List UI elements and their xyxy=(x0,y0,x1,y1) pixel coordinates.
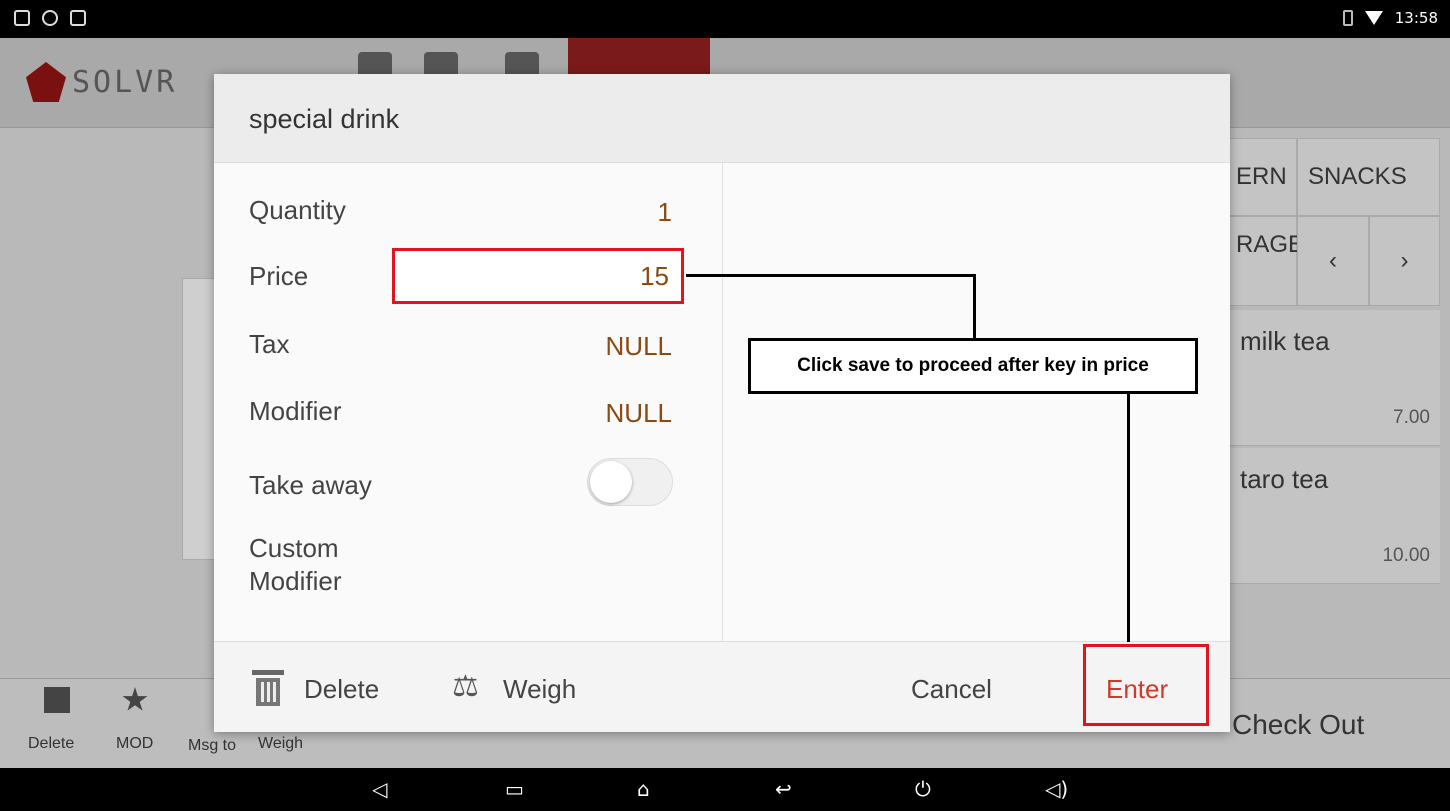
power-icon[interactable]: ⏻ xyxy=(915,777,931,801)
item-price: 7.00 xyxy=(1393,407,1430,428)
menu-item[interactable]: milk tea 7.00 xyxy=(1230,310,1440,446)
logo-text: SOLVR xyxy=(72,64,178,100)
quantity-label: Quantity xyxy=(249,195,346,225)
custom-modifier-label-line2[interactable]: Modifier xyxy=(249,565,341,598)
recent-apps-icon[interactable]: ▭ xyxy=(505,777,524,801)
category-tab-snacks[interactable]: SNACKS xyxy=(1297,138,1440,216)
dialog-divider xyxy=(722,163,723,641)
logo-mark-icon xyxy=(26,62,66,102)
checkout-button[interactable]: Check Out xyxy=(1232,709,1364,741)
status-time: 13:58 xyxy=(1394,9,1438,27)
status-left-icons xyxy=(14,10,86,26)
dialog-header: special drink xyxy=(214,74,1230,163)
category-tab[interactable]: ERN xyxy=(1225,138,1297,216)
delete-button[interactable]: Delete xyxy=(304,674,379,705)
wifi-icon xyxy=(1364,11,1383,25)
status-bar: 13:58 xyxy=(0,0,1450,38)
modifier-label: Modifier xyxy=(249,396,342,426)
annotation-line xyxy=(686,274,976,277)
home-icon[interactable]: ⌂ xyxy=(637,777,650,801)
annotation-line xyxy=(1127,394,1130,642)
bottom-delete-button[interactable]: Delete xyxy=(28,735,74,753)
chevron-left-icon[interactable]: ‹ xyxy=(1297,216,1369,306)
system-nav-bar: ◁ ▭ ⌂ ↩ ⏻ ◁) xyxy=(0,768,1450,811)
tax-label: Tax xyxy=(249,329,290,359)
modifier-value[interactable]: NULL xyxy=(606,398,672,429)
price-label: Price xyxy=(249,261,309,291)
enter-button[interactable]: Enter xyxy=(1106,674,1168,705)
sd-card-icon xyxy=(14,10,30,26)
weigh-button[interactable]: Weigh xyxy=(503,674,576,705)
back-icon[interactable]: ↩ xyxy=(775,777,792,801)
dialog-title: special drink xyxy=(249,104,400,134)
status-right: 13:58 xyxy=(1342,9,1438,27)
price-input[interactable]: 15 xyxy=(392,248,684,304)
tax-value[interactable]: NULL xyxy=(606,331,672,362)
item-price: 10.00 xyxy=(1382,545,1430,566)
volume-up-icon[interactable]: ◁) xyxy=(1045,777,1068,801)
bottom-weigh-button[interactable]: Weigh xyxy=(258,735,303,753)
bottom-msg-button[interactable]: Msg to xyxy=(188,737,236,755)
battery-icon xyxy=(1342,10,1353,26)
menu-item[interactable]: taro tea 10.00 xyxy=(1230,448,1440,584)
trash-icon[interactable] xyxy=(252,668,284,706)
trash-icon[interactable] xyxy=(44,687,70,713)
scale-icon[interactable]: ⚖ xyxy=(452,670,492,704)
quantity-value[interactable]: 1 xyxy=(658,197,672,228)
cancel-button[interactable]: Cancel xyxy=(911,674,992,705)
item-edit-dialog: special drink Quantity 1 Price 15 Tax NU… xyxy=(214,74,1230,732)
item-name: taro tea xyxy=(1240,464,1329,494)
category-tab[interactable]: RAGE xyxy=(1225,216,1304,306)
annotation-line xyxy=(973,274,976,338)
bottom-mod-button[interactable]: MOD xyxy=(116,735,153,753)
chevron-right-icon[interactable]: › xyxy=(1369,216,1440,306)
eye-icon xyxy=(42,10,58,26)
solvr-logo: SOLVR xyxy=(26,62,177,102)
dialog-footer: Delete ⚖ Weigh Cancel Enter xyxy=(214,641,1230,732)
star-icon[interactable] xyxy=(122,687,148,711)
item-name: milk tea xyxy=(1240,326,1330,356)
take-away-label: Take away xyxy=(249,470,372,500)
annotation-callout: Click save to proceed after key in price xyxy=(748,338,1198,394)
volume-down-icon[interactable]: ◁ xyxy=(372,777,387,801)
toggle-knob xyxy=(590,461,632,503)
custom-modifier-label-line1[interactable]: Custom xyxy=(249,532,339,565)
take-away-toggle[interactable] xyxy=(587,458,673,506)
remote-icon xyxy=(70,10,86,26)
